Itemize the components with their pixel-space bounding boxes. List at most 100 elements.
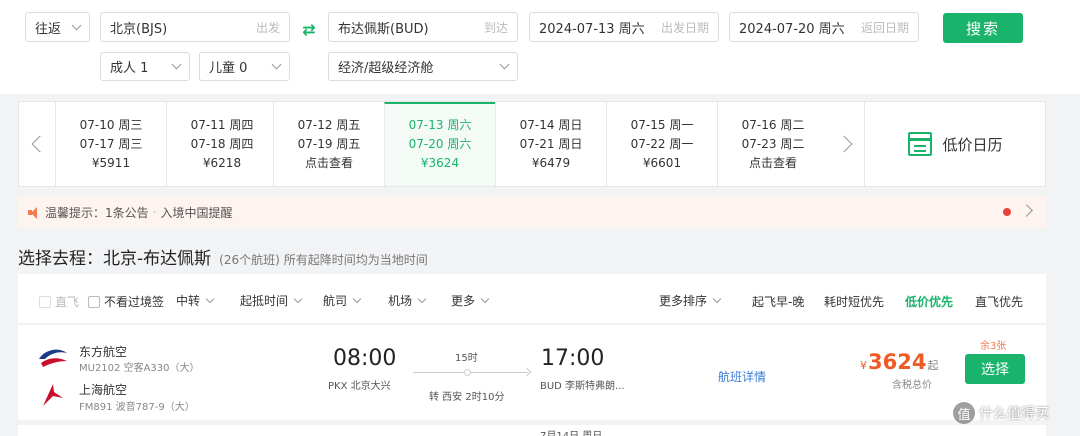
stopover-info: 转 西安 2时10分 — [429, 392, 505, 403]
sort-shortest[interactable]: 耗时短优先 — [824, 293, 884, 310]
direct-checkbox[interactable]: 直飞 — [39, 293, 79, 310]
price-suffix: 起 — [927, 359, 939, 372]
arrival-time: 17:00 — [541, 346, 605, 371]
more-sort-label: 更多排序 — [659, 294, 708, 308]
chevron-down-icon — [205, 294, 215, 304]
depart-date-value: 2024-07-13 周六 — [539, 21, 645, 37]
price-value: 3624 — [868, 350, 927, 374]
more-sort-dropdown[interactable]: 更多排序 — [659, 292, 722, 309]
chevron-left-icon — [31, 135, 49, 153]
swap-cities-icon[interactable]: ⇄ — [296, 16, 322, 42]
airline-name: 上海航空 — [79, 383, 128, 397]
chevron-right-icon — [835, 135, 853, 153]
low-price-calendar-button[interactable]: 低价日历 — [864, 102, 1046, 186]
chevron-down-icon — [271, 59, 282, 70]
date-depart: 07-14 周日 — [519, 118, 583, 132]
date-option[interactable]: 07-14 周日 07-21 周日 ¥6479 — [495, 102, 606, 186]
cabin-value: 经济/超级经济舱 — [338, 61, 434, 76]
flight-count: (26个航班) — [219, 253, 280, 267]
more-label: 更多 — [451, 294, 476, 308]
airport-filter[interactable]: 机场 — [388, 292, 427, 309]
sort-earliest[interactable]: 起飞早-晚 — [752, 293, 804, 310]
more-filter[interactable]: 更多 — [451, 292, 490, 309]
to-city-value: 布达佩斯(BUD) — [338, 21, 429, 37]
date-option[interactable]: 07-16 周二 07-23 周二 点击查看 — [717, 102, 828, 186]
trip-type-select[interactable]: 往返 — [25, 12, 90, 42]
sort-lowest-price[interactable]: 低价优先 — [905, 293, 953, 310]
date-return: 07-18 周四 — [190, 137, 254, 151]
chevron-down-icon — [712, 294, 722, 304]
airline-filter[interactable]: 航司 — [323, 292, 362, 309]
date-option[interactable]: 07-12 周五 07-19 周五 点击查看 — [273, 102, 384, 186]
watermark: 值 什么值得买 — [953, 402, 1049, 424]
select-flight-button[interactable]: 选择 — [965, 354, 1025, 384]
price-currency: ¥ — [860, 359, 867, 372]
flight-details-link[interactable]: 航班详情 — [718, 368, 766, 385]
date-option-selected[interactable]: 07-13 周六 07-20 周六 ¥3624 — [384, 102, 495, 186]
next-dates-button[interactable] — [829, 102, 865, 186]
cabin-select[interactable]: 经济/超级经济舱 — [328, 52, 518, 81]
date-price: ¥5911 — [91, 156, 131, 170]
date-option[interactable]: 07-11 周四 07-18 周四 ¥6218 — [166, 102, 277, 186]
notice-text: 入境中国提醒 — [160, 205, 233, 220]
return-date-value: 2024-07-20 周六 — [739, 21, 845, 37]
date-option[interactable]: 07-15 周一 07-22 周一 ¥6601 — [606, 102, 717, 186]
search-button[interactable]: 搜索 — [943, 13, 1023, 43]
adults-select[interactable]: 成人 1 — [100, 52, 190, 81]
departure-time: 08:00 — [333, 346, 397, 371]
to-city-input[interactable]: 布达佩斯(BUD) 到达 — [328, 12, 518, 42]
chevron-right-icon[interactable] — [1020, 204, 1033, 217]
times-filter[interactable]: 起抵时间 — [240, 292, 303, 309]
search-panel: 往返 北京(BJS) 出发 ⇄ 布达佩斯(BUD) 到达 2024-07-13 … — [0, 0, 1080, 94]
section-title-text: 选择去程：北京-布达佩斯 — [18, 249, 212, 269]
transfer-label: 中转 — [176, 294, 201, 308]
date-return: 07-19 周五 — [297, 137, 361, 151]
shanghai-airlines-logo — [43, 384, 63, 406]
next-flight-row[interactable]: 7月14日 周日 — [18, 425, 1046, 436]
adults-value: 成人 1 — [110, 61, 149, 76]
date-price: ¥6218 — [202, 156, 242, 170]
date-depart: 07-10 周三 — [79, 118, 143, 132]
notice-separator: · — [152, 205, 157, 219]
no-transit-label: 不看过境签 — [104, 295, 165, 309]
depart-date-input[interactable]: 2024-07-13 周六 出发日期 — [529, 12, 719, 42]
notice-bar[interactable]: 温馨提示： 1条公告 · 入境中国提醒 — [18, 196, 1046, 228]
chevron-down-icon — [293, 294, 303, 304]
date-depart: 07-16 周二 — [741, 118, 805, 132]
trip-type-value: 往返 — [35, 21, 62, 37]
calendar-icon — [908, 132, 933, 156]
flight-result-row[interactable]: 东方航空 MU2102 空客A330（大） 上海航空 FM891 波音787-9… — [18, 325, 1046, 420]
date-return: 07-20 周六 — [408, 137, 472, 151]
return-hint: 返回日期 — [860, 20, 909, 35]
watermark-badge: 值 — [953, 402, 975, 424]
from-city-input[interactable]: 北京(BJS) 出发 — [100, 12, 290, 42]
sort-direct-first[interactable]: 直飞优先 — [975, 293, 1023, 310]
departure-airport: PKX 北京大兴 — [328, 381, 391, 392]
flight-number: MU2102 空客A330（大） — [79, 363, 200, 374]
date-option[interactable]: 07-10 周三 07-17 周三 ¥5911 — [55, 102, 166, 186]
flight-duration: 15时 — [455, 353, 478, 364]
no-transit-visa-checkbox[interactable]: 不看过境签 — [88, 293, 164, 310]
date-depart: 07-12 周五 — [297, 118, 361, 132]
date-price: ¥6601 — [642, 156, 682, 170]
notice-label: 温馨提示： — [45, 205, 106, 220]
chevron-down-icon — [480, 294, 490, 304]
date-depart: 07-13 周六 — [408, 118, 472, 132]
return-date-input[interactable]: 2024-07-20 周六 返回日期 — [729, 12, 919, 42]
date-price: ¥3624 — [420, 156, 460, 170]
notice-count: 1条公告 — [105, 205, 149, 220]
airline-label: 航司 — [323, 294, 348, 308]
price-note: 含税总价 — [892, 380, 932, 391]
low-price-calendar-label: 低价日历 — [942, 135, 1003, 154]
route-line — [413, 367, 532, 377]
date-return: 07-22 周一 — [630, 137, 694, 151]
transfer-filter[interactable]: 中转 — [176, 292, 215, 309]
date-price: ¥6479 — [531, 156, 571, 170]
price: ¥ 3624 起 — [860, 350, 938, 374]
children-select[interactable]: 儿童 0 — [199, 52, 290, 81]
from-city-value: 北京(BJS) — [110, 21, 168, 37]
chevron-down-icon — [417, 294, 427, 304]
date-depart: 07-11 周四 — [190, 118, 254, 132]
prev-dates-button[interactable] — [19, 102, 55, 186]
stop-dot — [464, 369, 471, 376]
